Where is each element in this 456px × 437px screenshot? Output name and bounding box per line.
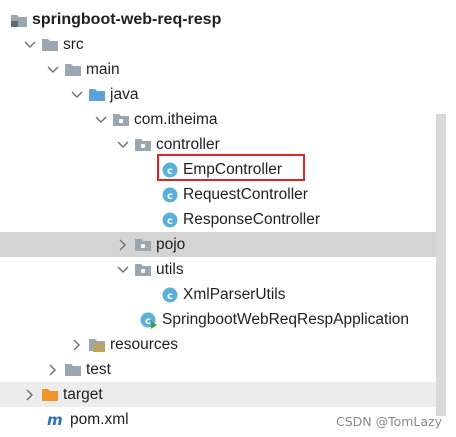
tree-label-controller: controller	[156, 136, 220, 153]
project-name: springboot-web-req-resp	[32, 11, 222, 28]
chevron-down-icon[interactable]	[114, 132, 132, 157]
chevron-down-icon[interactable]	[68, 82, 86, 107]
tree-row-target[interactable]: target	[0, 382, 446, 407]
tree-label-application: SpringbootWebReqRespApplication	[162, 311, 410, 328]
watermark: CSDN @TomLazy	[335, 414, 442, 429]
class-icon: c	[161, 211, 179, 229]
tree-row-pojo[interactable]: pojo	[0, 232, 446, 257]
tree-label-emp-controller: EmpController	[183, 161, 283, 178]
class-icon: c	[161, 161, 179, 179]
tree-row-resources[interactable]: resources	[0, 332, 446, 357]
spring-boot-class-icon: c	[140, 311, 158, 329]
chevron-down-icon[interactable]	[21, 32, 39, 57]
chevron-down-icon[interactable]	[114, 257, 132, 282]
tree-row-test[interactable]: test	[0, 357, 446, 382]
tree-label-response-controller: ResponseController	[183, 211, 320, 228]
tree-label-main: main	[86, 61, 120, 78]
svg-text:c: c	[145, 316, 151, 327]
project-tree: springboot-web-req-resp src main java co…	[0, 0, 456, 437]
svg-text:c: c	[167, 216, 173, 227]
tree-label-pojo: pojo	[156, 236, 186, 253]
tree-row-application[interactable]: c SpringbootWebReqRespApplication	[0, 307, 446, 332]
tree-row-utils[interactable]: utils	[0, 257, 446, 282]
tree-row-package[interactable]: com.itheima	[0, 107, 446, 132]
chevron-right-icon[interactable]	[68, 332, 86, 357]
tree-row-main[interactable]: main	[0, 57, 446, 82]
resources-folder-icon	[88, 336, 106, 354]
tree-label-src: src	[63, 36, 84, 53]
tree-label-java: java	[110, 86, 139, 103]
package-icon	[134, 261, 152, 279]
tree-label-pom: pom.xml	[70, 411, 129, 428]
tree-label-xml-parser-utils: XmlParserUtils	[183, 286, 286, 303]
svg-text:c: c	[167, 291, 173, 302]
tree-row-request-controller[interactable]: c RequestController	[0, 182, 446, 207]
source-folder-icon	[88, 86, 106, 104]
project-folder-icon	[10, 11, 28, 29]
chevron-down-icon[interactable]	[92, 107, 110, 132]
tree-label-target: target	[63, 386, 103, 403]
svg-text:c: c	[167, 191, 173, 202]
svg-text:c: c	[167, 166, 173, 177]
package-icon	[134, 236, 152, 254]
tree-row-emp-controller[interactable]: c EmpController	[0, 157, 446, 182]
scrollbar-thumb[interactable]	[436, 114, 446, 416]
tree-label-request-controller: RequestController	[183, 186, 308, 203]
chevron-down-icon[interactable]	[44, 57, 62, 82]
package-icon	[134, 136, 152, 154]
svg-text:m: m	[47, 412, 63, 428]
tree-row-xml-parser-utils[interactable]: c XmlParserUtils	[0, 282, 446, 307]
tree-row-project[interactable]: springboot-web-req-resp	[0, 7, 446, 32]
tree-row-src[interactable]: src	[0, 32, 446, 57]
tree-label-test: test	[86, 361, 111, 378]
class-icon: c	[161, 186, 179, 204]
tree-row-controller[interactable]: controller	[0, 132, 446, 157]
tree-row-response-controller[interactable]: c ResponseController	[0, 207, 446, 232]
folder-icon	[64, 361, 82, 379]
package-icon	[112, 111, 130, 129]
chevron-right-icon[interactable]	[44, 357, 62, 382]
class-icon: c	[161, 286, 179, 304]
tree-row-java[interactable]: java	[0, 82, 446, 107]
excluded-folder-icon	[41, 386, 59, 404]
tree-label-resources: resources	[110, 336, 179, 353]
tree-label-package: com.itheima	[134, 111, 218, 128]
tree-label-utils: utils	[156, 261, 184, 278]
folder-icon	[41, 36, 59, 54]
maven-icon: m	[46, 411, 66, 429]
folder-icon	[64, 61, 82, 79]
chevron-right-icon[interactable]	[21, 382, 39, 407]
chevron-right-icon[interactable]	[114, 232, 132, 257]
